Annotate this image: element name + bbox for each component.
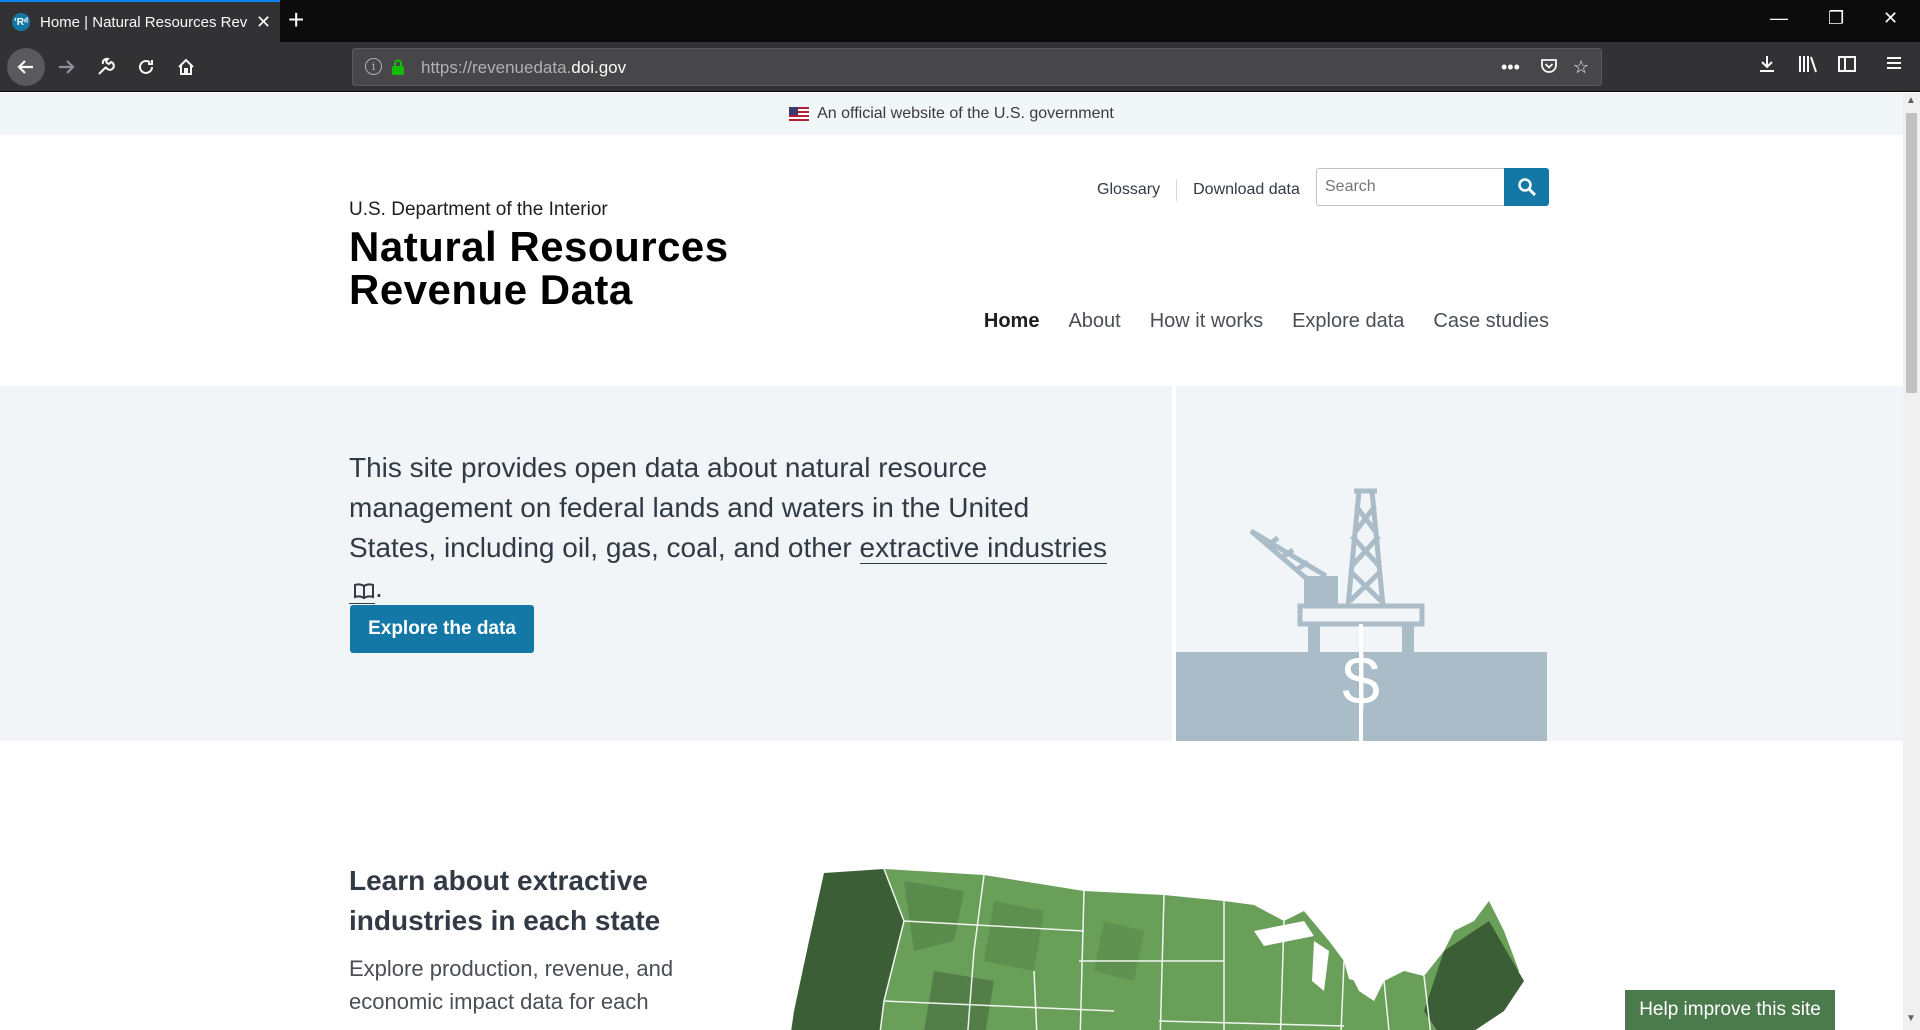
home-icon[interactable] [169, 50, 203, 84]
pocket-icon[interactable] [1540, 57, 1558, 80]
download-data-link[interactable]: Download data [1193, 181, 1300, 199]
browser-tab[interactable]: ʼRᵈ Home | Natural Resources Reve ✕ [0, 0, 280, 42]
states-section: Learn about extractive industries in eac… [0, 741, 1903, 1030]
nav-how-it-works[interactable]: How it works [1150, 310, 1263, 333]
scroll-down-icon[interactable]: ▼ [1906, 1013, 1916, 1024]
restore-icon[interactable]: ❐ [1828, 8, 1844, 29]
browser-toolbar: i https://revenuedata.doi.gov ••• ☆ [0, 42, 1920, 92]
agency-name: U.S. Department of the Interior [349, 199, 608, 220]
utility-links: Glossary Download data [1097, 179, 1300, 201]
help-improve-button[interactable]: Help improve this site [1625, 990, 1835, 1030]
site-header: U.S. Department of the Interior Natural … [0, 135, 1903, 386]
gov-banner-text: An official website of the U.S. governme… [817, 105, 1114, 122]
url-text[interactable]: https://revenuedata.doi.gov [421, 58, 626, 78]
hero-text-end: . [375, 572, 383, 603]
states-title: Learn about extractive industries in eac… [349, 865, 661, 936]
search-icon [1517, 178, 1536, 197]
hero-text: This site provides open data about natur… [349, 448, 1109, 608]
bookmark-star-icon[interactable]: ☆ [1573, 57, 1589, 78]
sidebar-icon[interactable] [1837, 54, 1857, 80]
page-actions-icon[interactable]: ••• [1501, 57, 1520, 78]
url-prefix: https://revenuedata. [421, 58, 572, 77]
page-scrollbar[interactable]: ▲ ▼ [1903, 93, 1920, 1030]
illustration-panel: $ [1176, 386, 1547, 741]
offshore-oil-rig-dollar-icon: $ [1176, 488, 1547, 741]
url-domain: doi.gov [571, 58, 627, 77]
scroll-up-icon[interactable]: ▲ [1906, 95, 1916, 106]
states-description: Explore production, revenue, and economi… [349, 956, 674, 1014]
main-nav: Home About How it works Explore data Cas… [955, 310, 1549, 333]
forward-arrow-icon[interactable] [49, 50, 83, 84]
site-name-line1: Natural Resources [349, 223, 729, 270]
window-close-icon[interactable]: ✕ [1883, 8, 1898, 29]
glossary-book-icon [354, 583, 374, 600]
browser-tab-bar: ʼRᵈ Home | Natural Resources Reve ✕ + — … [0, 0, 1920, 42]
gov-banner: An official website of the U.S. governme… [0, 93, 1903, 135]
library-icon[interactable] [1797, 54, 1819, 80]
svg-text:$: $ [1342, 643, 1380, 719]
web-page: An official website of the U.S. governme… [0, 93, 1903, 1030]
glossary-link[interactable]: Glossary [1097, 181, 1160, 199]
search-button[interactable] [1504, 168, 1549, 206]
new-tab-icon[interactable]: + [288, 6, 304, 34]
url-bar[interactable]: i https://revenuedata.doi.gov ••• ☆ [352, 48, 1602, 86]
minimize-icon[interactable]: — [1770, 8, 1788, 29]
scroll-thumb[interactable] [1906, 113, 1917, 393]
hero-link-text: extractive industries [859, 532, 1107, 563]
site-name-line2: Revenue Data [349, 266, 633, 313]
nav-home[interactable]: Home [984, 310, 1040, 333]
lock-icon[interactable] [391, 59, 405, 75]
hamburger-menu-icon[interactable] [1885, 54, 1903, 78]
site-favicon-icon: ʼRᵈ [12, 13, 30, 31]
us-map[interactable] [784, 861, 1524, 1030]
back-arrow-icon[interactable] [7, 48, 45, 86]
search-input[interactable] [1316, 168, 1504, 206]
us-flag-icon [789, 107, 810, 121]
reload-icon[interactable] [129, 50, 163, 84]
wrench-icon[interactable] [89, 50, 123, 84]
hero-illustration: $ [1172, 386, 1547, 741]
divider [1176, 179, 1178, 201]
hero-section: This site provides open data about natur… [0, 386, 1903, 741]
nav-case-studies[interactable]: Case studies [1433, 310, 1549, 333]
downloads-icon[interactable] [1757, 54, 1777, 80]
tab-close-icon[interactable]: ✕ [256, 12, 271, 33]
site-name[interactable]: Natural Resources Revenue Data [349, 225, 729, 311]
nav-about[interactable]: About [1068, 310, 1120, 333]
nav-explore-data[interactable]: Explore data [1292, 310, 1404, 333]
info-icon[interactable]: i [365, 58, 382, 75]
tab-title: Home | Natural Resources Reve [40, 13, 248, 31]
explore-the-data-button[interactable]: Explore the data [350, 605, 534, 653]
